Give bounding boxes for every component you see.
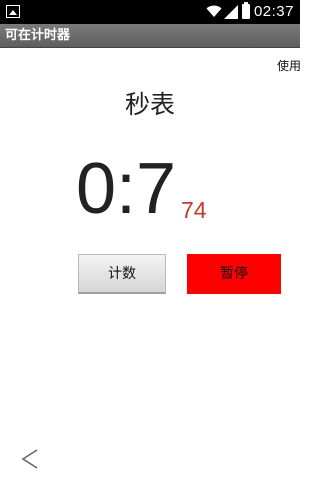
signal-icon <box>224 5 238 19</box>
notification-image-icon <box>6 5 20 18</box>
app-title: 可在计时器 <box>5 28 71 43</box>
screen: 02:37 可在计时器 使用 秒表 0:7 74 计数 暂停 <box>0 0 301 500</box>
page-title: 秒表 <box>124 90 175 119</box>
status-bar: 02:37 <box>0 0 300 24</box>
elapsed-fraction-display: 74 <box>181 197 207 223</box>
app-title-bar: 可在计时器 <box>0 24 300 48</box>
pause-button[interactable]: 暂停 <box>187 254 281 294</box>
elapsed-time-display: 0:7 <box>76 149 177 229</box>
help-link[interactable]: 使用 <box>277 59 301 73</box>
count-button[interactable]: 计数 <box>78 254 166 294</box>
status-time: 02:37 <box>253 3 294 20</box>
chevron-left-icon[interactable] <box>18 446 44 472</box>
wifi-icon <box>206 5 222 17</box>
battery-icon <box>242 2 250 19</box>
